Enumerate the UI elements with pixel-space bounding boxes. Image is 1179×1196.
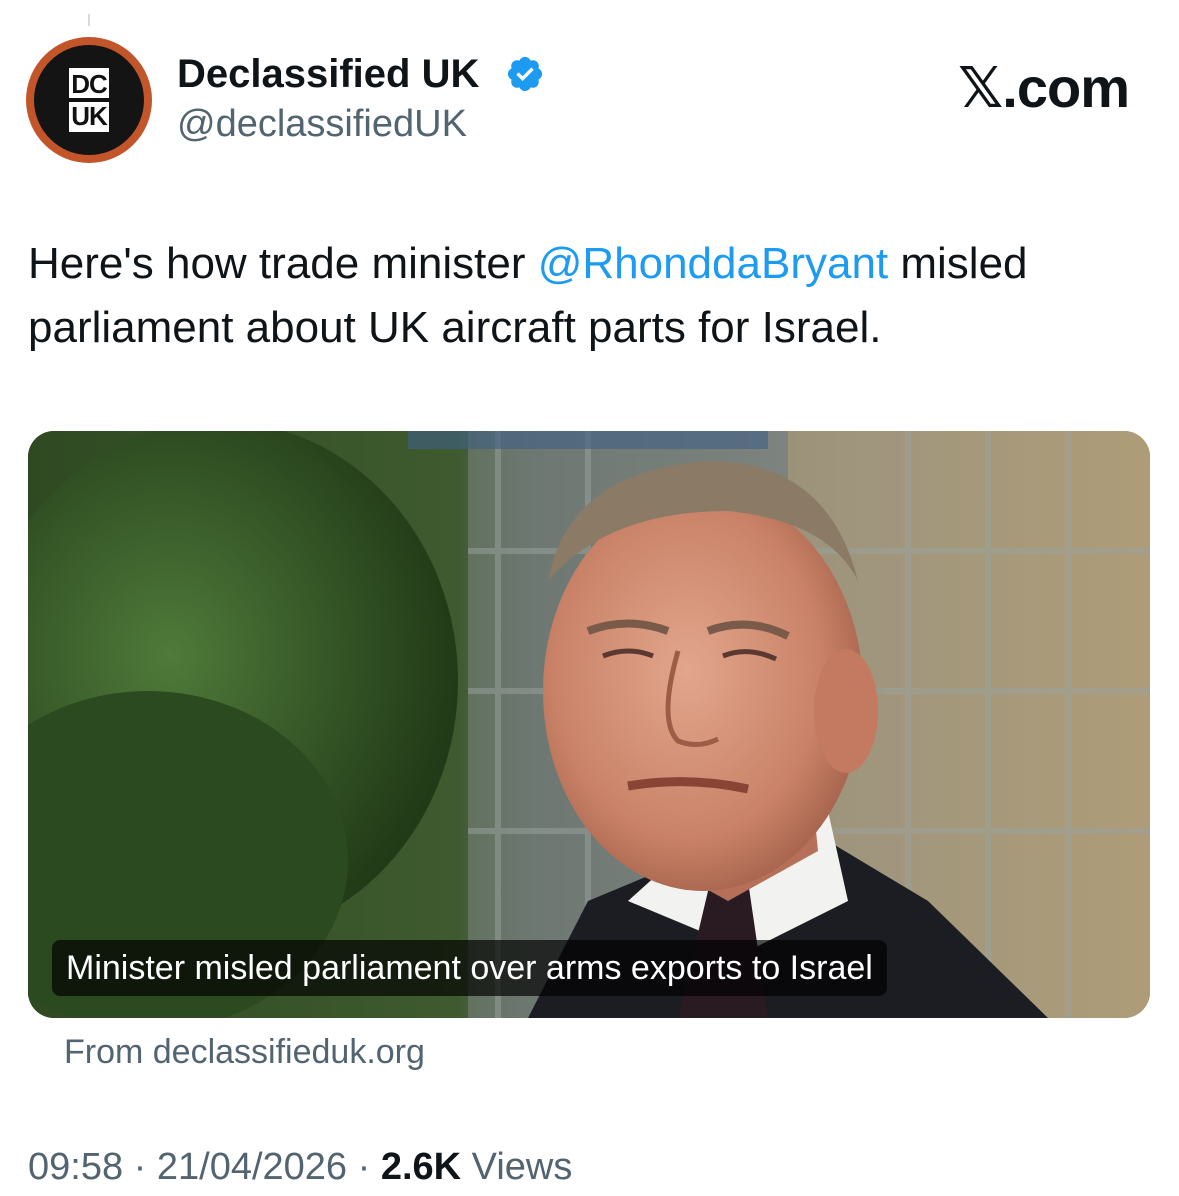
link-card-source[interactable]: From declassifieduk.org bbox=[64, 1030, 425, 1074]
avatar-logo-line2: UK bbox=[71, 101, 108, 131]
author-handle[interactable]: @declassifiedUK bbox=[177, 101, 467, 147]
avatar-logo: DC UK bbox=[69, 68, 109, 132]
tweet-time[interactable]: 09:58 bbox=[28, 1146, 123, 1188]
avatar-logo-line1: DC bbox=[69, 68, 109, 102]
brand-label: 𝕏.com bbox=[958, 56, 1130, 119]
avatar-background: DC UK bbox=[34, 45, 144, 155]
meta-separator-2: · bbox=[347, 1146, 381, 1188]
views-label: Views bbox=[461, 1146, 573, 1188]
verified-badge-icon bbox=[507, 56, 543, 92]
link-card-image[interactable] bbox=[28, 431, 1150, 1018]
tweet-meta: 09:58 · 21/04/2026 · 2.6K Views bbox=[28, 1142, 572, 1192]
tweet-text-before: Here's how trade minister bbox=[28, 239, 538, 288]
tweet-date[interactable]: 21/04/2026 bbox=[157, 1146, 347, 1188]
article-photo bbox=[28, 431, 1150, 1018]
tweet-text: Here's how trade minister @RhonddaBryant… bbox=[28, 232, 1148, 360]
meta-separator-1: · bbox=[123, 1146, 157, 1188]
author-display-name[interactable]: Declassified UK bbox=[177, 50, 479, 98]
stray-mark bbox=[88, 14, 90, 26]
views-count: 2.6K bbox=[380, 1146, 462, 1188]
link-card-headline[interactable]: Minister misled parliament over arms exp… bbox=[52, 940, 887, 996]
avatar[interactable]: DC UK bbox=[26, 37, 152, 163]
mention-link[interactable]: @RhonddaBryant bbox=[538, 239, 888, 288]
